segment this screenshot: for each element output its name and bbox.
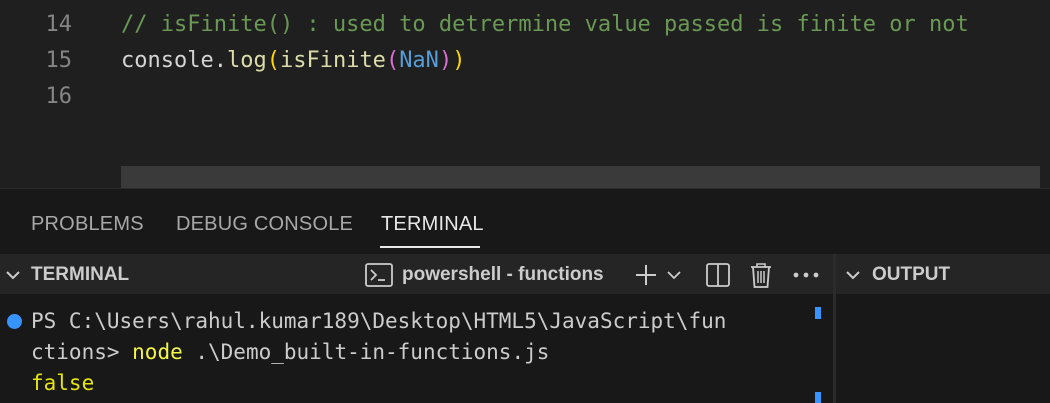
prompt-text: ctions> [31, 340, 133, 364]
more-icon[interactable] [793, 272, 819, 278]
line-number: 14 [45, 12, 73, 37]
code-comment: // isFinite() : used to detrermine value… [121, 12, 969, 37]
output-section-title: OUTPUT [872, 264, 951, 285]
code-line-15: 15 console.log(isFinite(NaN)) [0, 43, 1050, 79]
terminal-output[interactable]: PS C:\Users\rahul.kumar189\Desktop\HTML5… [0, 296, 833, 403]
terminal-result: false [31, 371, 95, 395]
chevron-down-icon[interactable] [844, 266, 862, 284]
token-object: console [121, 48, 214, 73]
panel-tabs: PROBLEMS DEBUG CONSOLE TERMINAL [0, 189, 1050, 251]
line-number: 15 [45, 48, 73, 73]
code-line-14: 14 // isFinite() : used to detrermine va… [0, 7, 1050, 43]
split-icon[interactable] [705, 262, 731, 288]
scrollbar-marker [815, 307, 821, 319]
scrollbar-marker [815, 392, 821, 403]
terminal-icon [365, 263, 393, 287]
token-method: log [226, 48, 267, 73]
trash-icon[interactable] [749, 261, 773, 289]
tab-debug-console[interactable]: DEBUG CONSOLE [176, 213, 353, 236]
code-editor[interactable]: 14 // isFinite() : used to detrermine va… [0, 0, 1050, 188]
line-number: 16 [45, 84, 73, 109]
token-paren-open-inner: ( [385, 48, 400, 73]
chevron-down-icon[interactable] [666, 267, 682, 283]
horizontal-scrollbar[interactable] [121, 166, 1040, 188]
output-section-header[interactable]: OUTPUT [836, 254, 1050, 294]
token-paren-close-inner: ) [438, 48, 453, 73]
code-line-16: 16 [0, 79, 1050, 115]
chevron-down-icon[interactable] [4, 266, 22, 284]
tab-problems[interactable]: PROBLEMS [31, 213, 144, 236]
token-nan: NaN [399, 48, 439, 73]
token-paren-open: ( [266, 48, 280, 73]
active-tab-indicator [380, 246, 480, 248]
command-name: node [132, 340, 183, 364]
token-function: isFinite [279, 48, 386, 73]
terminal-section-header[interactable]: TERMINAL powershell - functions [0, 254, 833, 294]
terminal-line: ctions> node .\Demo_built-in-functions.j… [31, 337, 549, 368]
shell-selector-label[interactable]: powershell - functions [402, 264, 604, 286]
terminal-line: PS C:\Users\rahul.kumar189\Desktop\HTML5… [31, 309, 727, 333]
tab-terminal[interactable]: TERMINAL [381, 213, 484, 236]
code-statement: console.log(isFinite(NaN)) [121, 43, 465, 79]
plus-icon[interactable] [634, 263, 658, 287]
vscode-window: 14 // isFinite() : used to detrermine va… [0, 0, 1050, 403]
bottom-panel: PROBLEMS DEBUG CONSOLE TERMINAL TERMINAL… [0, 188, 1050, 403]
command-args: .\Demo_built-in-functions.js [182, 340, 550, 364]
token-dot: . [213, 48, 227, 73]
terminal-section-title: TERMINAL [31, 264, 130, 285]
token-paren-close: ) [452, 48, 466, 73]
command-decoration-icon[interactable] [7, 314, 22, 329]
